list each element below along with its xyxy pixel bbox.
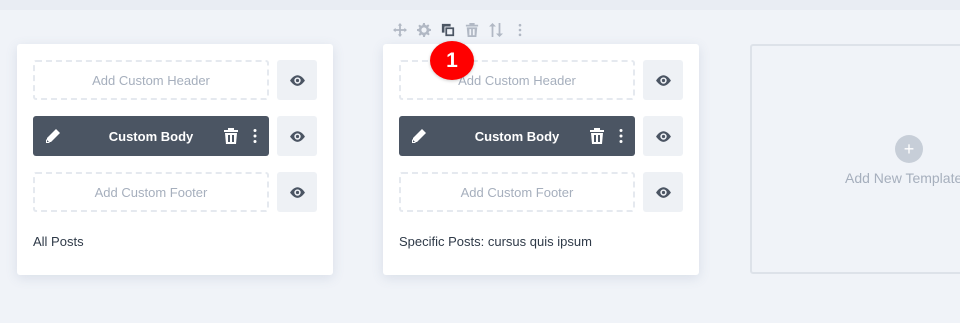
eye-icon[interactable] <box>643 116 683 156</box>
settings-icon[interactable] <box>415 21 433 39</box>
edit-icon[interactable] <box>45 128 61 144</box>
duplicate-icon[interactable] <box>439 21 457 39</box>
eye-icon[interactable] <box>277 116 317 156</box>
more-icon[interactable] <box>511 21 529 39</box>
step-number-badge: 1 <box>430 41 474 80</box>
add-new-template-label: Add New Template <box>845 170 960 186</box>
more-icon[interactable] <box>247 128 263 144</box>
add-new-template-card[interactable]: + Add New Template <box>750 44 960 274</box>
header-row: Add Custom Header <box>33 60 317 100</box>
eye-icon[interactable] <box>277 172 317 212</box>
add-custom-footer-button[interactable]: Add Custom Footer <box>399 172 635 212</box>
template-assignment: All Posts <box>33 234 84 249</box>
sort-icon[interactable] <box>487 21 505 39</box>
eye-icon[interactable] <box>277 60 317 100</box>
body-row: Custom Body <box>33 116 317 156</box>
custom-body-label: Custom Body <box>474 128 560 144</box>
eye-icon[interactable] <box>643 172 683 212</box>
custom-body-slot[interactable]: Custom Body <box>33 116 269 156</box>
template-toolbar <box>391 20 529 40</box>
footer-row: Add Custom Footer <box>399 172 683 212</box>
custom-body-label: Custom Body <box>108 128 194 144</box>
body-row: Custom Body <box>399 116 683 156</box>
top-band <box>0 0 960 10</box>
eye-icon[interactable] <box>643 60 683 100</box>
delete-icon[interactable] <box>463 21 481 39</box>
delete-icon[interactable] <box>223 128 239 144</box>
template-card-2: Add Custom Header Custom Body Add Custom… <box>383 44 699 275</box>
add-custom-header-button[interactable]: Add Custom Header <box>33 60 269 100</box>
template-assignment: Specific Posts: cursus quis ipsum <box>399 234 592 249</box>
plus-icon[interactable]: + <box>895 135 923 163</box>
move-icon[interactable] <box>391 21 409 39</box>
edit-icon[interactable] <box>411 128 427 144</box>
footer-row: Add Custom Footer <box>33 172 317 212</box>
custom-body-slot[interactable]: Custom Body <box>399 116 635 156</box>
delete-icon[interactable] <box>589 128 605 144</box>
add-custom-footer-button[interactable]: Add Custom Footer <box>33 172 269 212</box>
template-card-1: Add Custom Header Custom Body Add Custom… <box>17 44 333 275</box>
more-icon[interactable] <box>613 128 629 144</box>
